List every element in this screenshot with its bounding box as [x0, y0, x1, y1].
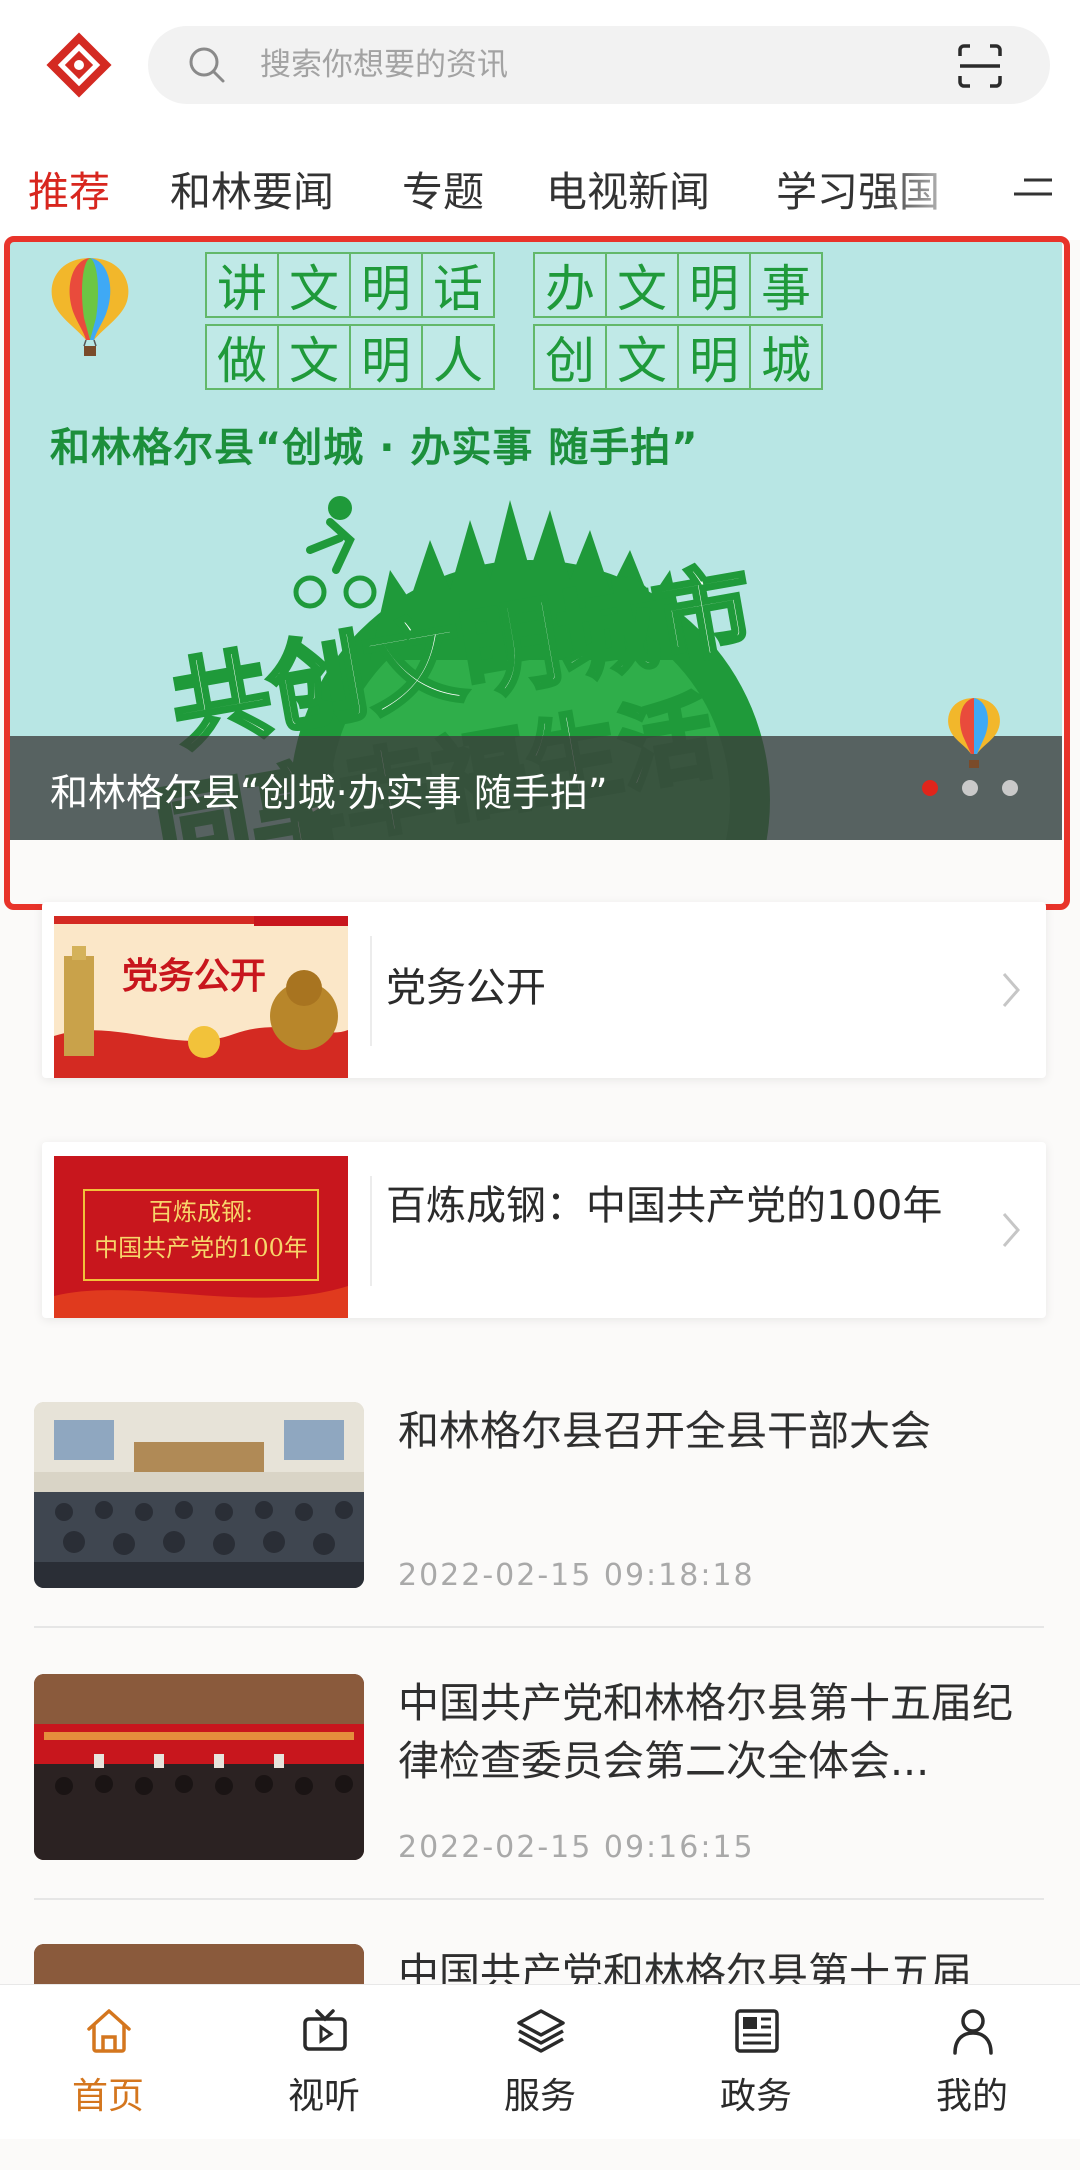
balloon-large: [51, 258, 129, 356]
slogan-char: 文: [605, 324, 679, 390]
newspaper-icon: [735, 2009, 779, 2053]
slogan-char: 文: [277, 252, 351, 318]
slogan-row-2: 做 文 明 人 创 文 明 城: [205, 324, 823, 390]
carousel-dot[interactable]: [962, 780, 978, 796]
banner-caption: 和林格尔县“创城·办实事 随手拍”: [50, 771, 608, 815]
slogan-char: 文: [277, 324, 351, 390]
topic-thumb-text: 百炼成钢:: [149, 1198, 253, 1226]
tab-helin-news[interactable]: 和林要闻: [170, 158, 334, 218]
top-bar: [0, 0, 1080, 130]
channel-tabs: 推荐 和林要闻 专题 电视新闻 学习强国: [0, 130, 1080, 240]
nav-label: 服务: [503, 2076, 576, 2117]
user-icon: [953, 2009, 993, 2055]
slogan-char: 讲: [205, 252, 279, 318]
nav-home[interactable]: 首页: [28, 1985, 188, 2139]
slogan-char: 明: [349, 324, 423, 390]
search-icon: [189, 47, 225, 83]
news-item[interactable]: 中国共产党和林格尔县第十五届纪律检查委员会第二次全体会... 2022-02-1…: [34, 1674, 1046, 1900]
slogan-char: 事: [749, 252, 823, 318]
news-title: 中国共产党和林格尔县第十五届纪律检查委员会第二次全体会...: [398, 1679, 1013, 1785]
scan-icon[interactable]: [956, 42, 1004, 90]
tab-recommend[interactable]: 推荐: [28, 158, 110, 218]
slogan-char: 创: [533, 324, 607, 390]
search-input[interactable]: [260, 26, 860, 104]
divider: [34, 1898, 1044, 1900]
slogan-char: 话: [421, 252, 495, 318]
topic-card-party-affairs[interactable]: 党务公开 党务公开: [42, 902, 1046, 1078]
slogan-grid: 讲 文 明 话 办 文 明 事 做 文 明 人 创 文 明 城: [205, 252, 925, 390]
nav-label: 视听: [287, 2076, 360, 2117]
banner-caption-bar: 和林格尔县“创城·办实事 随手拍”: [10, 736, 1062, 840]
nav-government-affairs[interactable]: 政务: [676, 1985, 836, 2139]
bottom-nav: 首页 视听 服务 政务 我的: [0, 1984, 1080, 2139]
slogan-char: 明: [677, 324, 751, 390]
news-thumbnail: [34, 1674, 364, 1860]
nav-mine[interactable]: 我的: [892, 1985, 1052, 2139]
slogan-char: 文: [605, 252, 679, 318]
slogan-row-1: 讲 文 明 话 办 文 明 事: [205, 252, 823, 318]
channel-menu-icon[interactable]: [1010, 170, 1056, 204]
news-thumbnail: [34, 1402, 364, 1588]
tab-special-topics[interactable]: 专题: [402, 158, 484, 218]
topic-thumbnail: 百炼成钢: 中国共产党的100年: [54, 1156, 348, 1318]
divider: [34, 1626, 1044, 1628]
chevron-right-icon: [1002, 1213, 1020, 1247]
tabs-fade-overlay: [880, 130, 1000, 240]
nav-label: 政务: [719, 2076, 792, 2117]
topic-card-party-100-years[interactable]: 百炼成钢: 中国共产党的100年 百炼成钢：中国共产党的100年: [42, 1142, 1046, 1318]
divider: [370, 1176, 372, 1286]
hero-banner[interactable]: 共创文明城市 同享幸福生活 讲 文 明 话 办 文 明 事 做 文 明 人 创 …: [10, 240, 1062, 840]
tab-tv-news[interactable]: 电视新闻: [546, 158, 710, 218]
carousel-dot[interactable]: [922, 780, 938, 796]
nav-audiovisual[interactable]: 视听: [244, 1985, 404, 2139]
carousel-dots[interactable]: [922, 780, 1018, 796]
slogan-char: 做: [205, 324, 279, 390]
search-box[interactable]: [148, 26, 1050, 104]
topic-title: 百炼成钢：中国共产党的100年: [386, 1183, 943, 1229]
slogan-char: 办: [533, 252, 607, 318]
topic-thumbnail: 党务公开: [54, 916, 348, 1078]
slogan-char: 明: [677, 252, 751, 318]
topic-thumb-text: 党务公开: [122, 956, 266, 997]
slogan-char: 人: [421, 324, 495, 390]
nav-services[interactable]: 服务: [460, 1985, 620, 2139]
news-timestamp: 2022-02-15 09:16:15: [398, 1830, 755, 1865]
nav-label: 首页: [71, 2076, 144, 2117]
news-item[interactable]: 和林格尔县召开全县干部大会 2022-02-15 09:18:18: [34, 1402, 1046, 1628]
tv-play-icon: [303, 2009, 347, 2051]
slogan-char: 城: [749, 324, 823, 390]
layers-icon: [517, 2009, 565, 2053]
balloon-small-icon: [948, 698, 1000, 768]
carousel-dot[interactable]: [1002, 780, 1018, 796]
news-timestamp: 2022-02-15 09:18:18: [398, 1558, 755, 1593]
divider: [370, 936, 372, 1046]
news-title: 和林格尔县召开全县干部大会: [398, 1407, 931, 1455]
topic-title: 党务公开: [386, 965, 546, 1011]
slogan-char: 明: [349, 252, 423, 318]
home-icon: [87, 2009, 131, 2053]
nav-label: 我的: [935, 2076, 1008, 2117]
banner-subtitle: 和林格尔县“创城 · 办实事 随手拍”: [50, 425, 699, 471]
topic-thumb-text: 中国共产党的100年: [94, 1234, 308, 1262]
chevron-right-icon: [1002, 973, 1020, 1007]
app-logo-icon[interactable]: [42, 28, 116, 102]
